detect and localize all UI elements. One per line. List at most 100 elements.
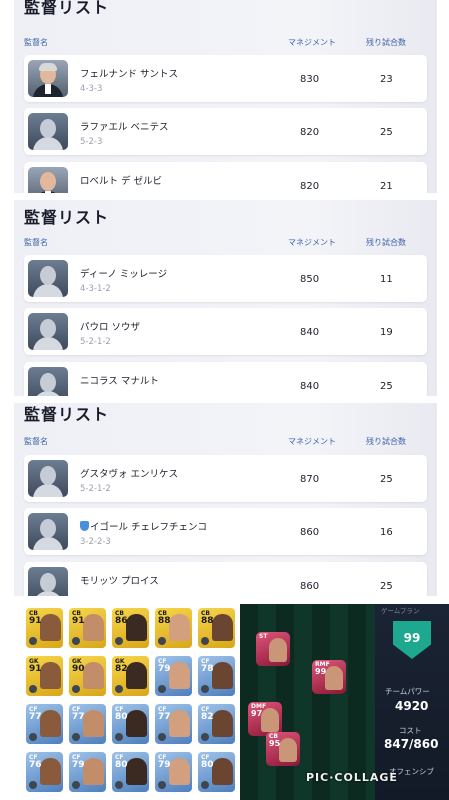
pitch-player-card[interactable]: DMF 97 <box>248 702 282 736</box>
player-rating: 91 <box>72 616 85 626</box>
player-portrait <box>126 614 147 641</box>
manager-row[interactable]: フェルナンド サントス 4-3-3 830 23 <box>24 55 427 102</box>
manager-remaining: 19 <box>380 327 393 338</box>
player-portrait <box>40 662 61 689</box>
manager-row[interactable]: ラファエル ベニテス 5-2-3 820 25 <box>24 108 427 155</box>
player-card[interactable]: CF 80 <box>112 704 149 744</box>
club-badge-icon <box>29 733 37 741</box>
cost-value: 847/860 <box>384 737 439 751</box>
player-card[interactable]: CF 77 <box>69 704 106 744</box>
manager-management: 840 <box>300 327 320 338</box>
manager-name: グスタヴォ エンリケス <box>80 469 179 480</box>
player-card[interactable]: GK 90 <box>69 656 106 696</box>
player-portrait <box>325 666 343 690</box>
player-card[interactable]: CF 77 <box>26 704 63 744</box>
player-rating: 97 <box>251 709 263 718</box>
manager-name-text: イゴール チェレフチェンコ <box>90 522 208 533</box>
team-power-label: チームパワー <box>385 687 430 696</box>
player-rating: 77 <box>72 712 85 722</box>
manager-photo <box>28 167 68 193</box>
manager-avatar-placeholder <box>28 513 68 550</box>
manager-remaining: 25 <box>380 474 393 485</box>
player-card[interactable]: GK 91 <box>26 656 63 696</box>
club-badge-icon <box>158 781 166 789</box>
manager-row[interactable]: イゴール チェレフチェンコ 3-2-2-3 860 16 <box>24 508 427 555</box>
player-card[interactable]: CF 80 <box>198 752 235 792</box>
player-card[interactable]: CF 77 <box>155 704 192 744</box>
collage: 監督リスト 監督名 マネジメント 残り試合数 フェルナンド サントス 4-3-3… <box>0 0 449 800</box>
manager-avatar-placeholder <box>28 460 68 497</box>
player-portrait <box>126 710 147 737</box>
player-rating: 79 <box>158 664 171 674</box>
stats-top-label: ゲームプラン <box>381 607 420 615</box>
pitch-player-card[interactable]: ST <box>256 632 290 666</box>
manager-name: イゴール チェレフチェンコ <box>80 519 207 533</box>
club-badge-icon <box>201 733 209 741</box>
player-card[interactable]: GK 82 <box>112 656 149 696</box>
col-header-management: マネジメント <box>288 38 336 47</box>
player-card[interactable]: CF 80 <box>112 752 149 792</box>
manager-list-panel-3: 監督リスト 監督名 マネジメント 残り試合数 グスタヴォ エンリケス 5-2-1… <box>14 403 437 596</box>
player-rating: 90 <box>72 664 85 674</box>
club-badge-icon <box>201 781 209 789</box>
manager-management: 860 <box>300 581 320 592</box>
player-card[interactable]: CF 79 <box>155 752 192 792</box>
player-portrait <box>40 758 61 785</box>
pitch-player-card[interactable]: RMF 99 <box>312 660 346 694</box>
pic-collage-watermark: PIC·COLLAGE <box>306 771 398 784</box>
manager-row[interactable]: ディーノ ミッレージ 4-3-1-2 850 11 <box>24 255 427 302</box>
manager-name: ニコラス マナルト <box>80 376 159 387</box>
player-card[interactable]: CB 88 <box>198 608 235 648</box>
manager-formation: 4-3-1-2 <box>80 284 111 294</box>
player-card[interactable]: CB 91 <box>26 608 63 648</box>
manager-remaining: 16 <box>380 527 393 538</box>
manager-remaining: 25 <box>380 581 393 592</box>
cost-label: コスト <box>399 726 422 735</box>
manager-management: 830 <box>300 74 320 85</box>
manager-management: 820 <box>300 181 320 192</box>
club-badge-icon <box>115 637 123 645</box>
player-rating: 80 <box>115 712 128 722</box>
manager-row[interactable]: ニコラス マナルト 840 25 <box>24 362 427 396</box>
panel-title: 監督リスト <box>24 405 110 424</box>
manager-management: 840 <box>300 381 320 392</box>
manager-management: 860 <box>300 527 320 538</box>
col-header-name: 監督名 <box>24 238 48 247</box>
player-card[interactable]: CF 79 <box>155 656 192 696</box>
manager-formation: 5-2-3 <box>80 137 103 147</box>
player-rating: 77 <box>29 712 42 722</box>
club-badge-icon <box>158 685 166 693</box>
player-rating: 79 <box>72 760 85 770</box>
manager-remaining: 11 <box>380 274 393 285</box>
manager-name: モリッツ プロイス <box>80 576 159 587</box>
pitch-player-card[interactable]: CB 95 <box>266 732 300 766</box>
player-card[interactable]: CF 78 <box>198 656 235 696</box>
player-card[interactable]: CB 86 <box>112 608 149 648</box>
player-rating: 86 <box>115 616 128 626</box>
manager-row[interactable]: パウロ ソウザ 5-2-1-2 840 19 <box>24 308 427 355</box>
player-portrait <box>169 710 190 737</box>
club-badge-icon <box>201 685 209 693</box>
player-rating: 79 <box>158 760 171 770</box>
manager-row[interactable]: モリッツ プロイス 860 25 <box>24 562 427 596</box>
manager-list-panel-1: 監督リスト 監督名 マネジメント 残り試合数 フェルナンド サントス 4-3-3… <box>14 0 437 193</box>
player-card[interactable]: CF 76 <box>26 752 63 792</box>
player-rating: 99 <box>315 667 327 676</box>
player-card[interactable]: CF 79 <box>69 752 106 792</box>
player-card[interactable]: CB 91 <box>69 608 106 648</box>
club-badge-icon <box>29 781 37 789</box>
manager-remaining: 21 <box>380 181 393 192</box>
player-card[interactable]: CF 82 <box>198 704 235 744</box>
manager-avatar-placeholder <box>28 313 68 350</box>
player-portrait <box>126 758 147 785</box>
player-card[interactable]: CB 88 <box>155 608 192 648</box>
panel-title: 監督リスト <box>24 208 110 227</box>
manager-row[interactable]: グスタヴォ エンリケス 5-2-1-2 870 25 <box>24 455 427 502</box>
manager-row[interactable]: ロベルト デ ゼルビ 820 21 <box>24 162 427 193</box>
col-header-name: 監督名 <box>24 437 48 446</box>
manager-photo <box>28 60 68 97</box>
player-rating: 91 <box>29 664 42 674</box>
manager-management: 820 <box>300 127 320 138</box>
player-portrait <box>212 662 233 689</box>
club-badge-icon <box>115 781 123 789</box>
